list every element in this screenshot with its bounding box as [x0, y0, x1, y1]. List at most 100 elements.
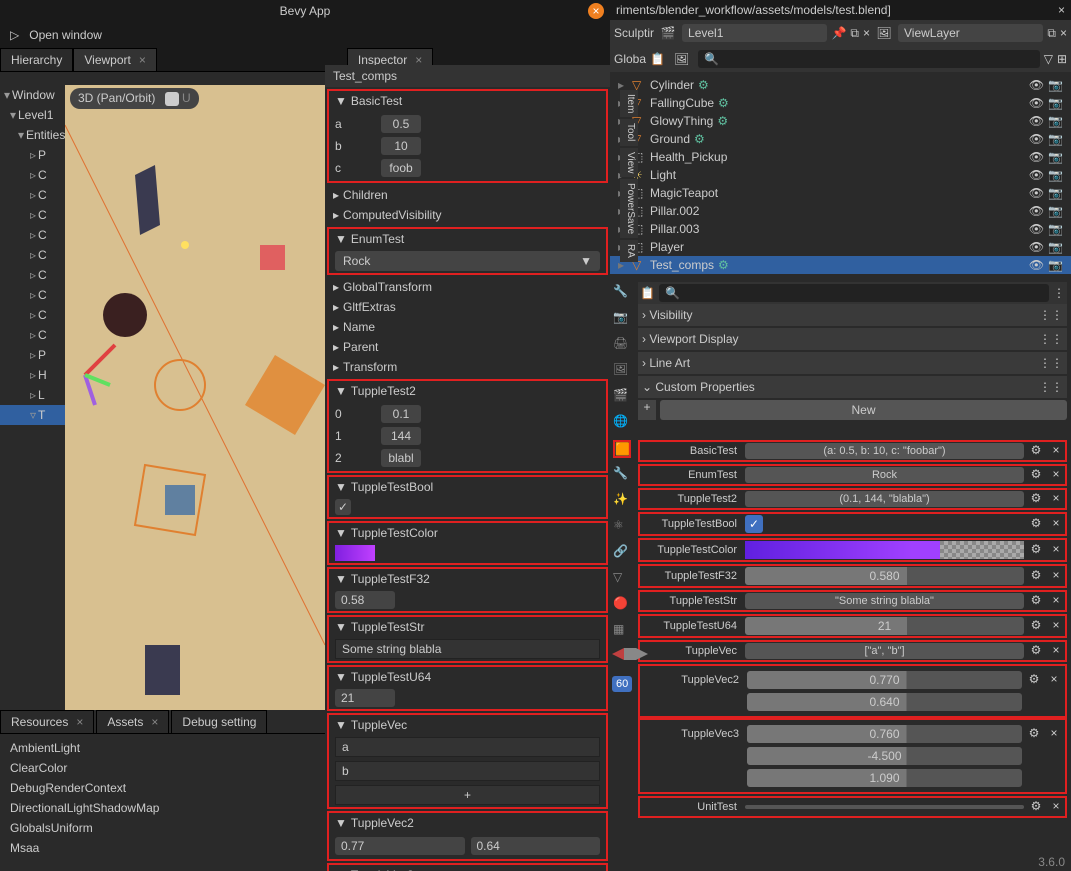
tool-tab-icon[interactable]: 🔧	[613, 284, 631, 302]
gear-icon[interactable]: ⚙	[1028, 593, 1044, 609]
f32-field[interactable]: 0.58	[335, 591, 395, 609]
close-icon[interactable]: ×	[1048, 643, 1064, 659]
hierarchy-item[interactable]: ▹P	[0, 145, 70, 165]
frame-number[interactable]: 60	[612, 676, 632, 692]
gear-icon[interactable]: ⚙	[1026, 672, 1042, 688]
field-2[interactable]: blabl	[381, 449, 421, 467]
camera-icon[interactable]: 📷	[1048, 150, 1063, 164]
color-field[interactable]	[745, 541, 1024, 559]
particle-tab-icon[interactable]: ✨	[613, 492, 631, 510]
component-header[interactable]: ▸GltfExtras	[325, 297, 610, 317]
close-icon[interactable]: ×	[1046, 726, 1062, 742]
panel-line-art[interactable]: › Line Art⋮⋮	[638, 352, 1067, 374]
gear-icon[interactable]: ⚙	[1028, 799, 1044, 815]
resource-item[interactable]: Msaa	[4, 838, 321, 858]
open-window-menu[interactable]: Open window	[29, 28, 102, 42]
hierarchy-item[interactable]: ▾Level1	[0, 105, 70, 125]
props-icon[interactable]: 📋	[640, 286, 655, 300]
eye-icon[interactable]: 👁	[1029, 222, 1044, 236]
close-icon[interactable]: ×	[1048, 593, 1064, 609]
output-tab-icon[interactable]: 🖨	[613, 336, 631, 354]
vec2-y[interactable]: 0.64	[471, 837, 601, 855]
component-header[interactable]: ▸Children	[325, 185, 610, 205]
hierarchy-item[interactable]: ▹C	[0, 165, 70, 185]
close-icon[interactable]: ×	[1048, 443, 1064, 459]
hierarchy-item[interactable]: ▿T	[0, 405, 70, 425]
gear-icon[interactable]: ⚙	[1028, 491, 1044, 507]
component-header[interactable]: ▼TuppleVec3	[329, 865, 606, 871]
hierarchy-item[interactable]: ▹C	[0, 225, 70, 245]
playback-arrows[interactable]	[612, 648, 648, 660]
resource-item[interactable]: AmbientLight	[4, 738, 321, 758]
panel-visibility[interactable]: › Visibility⋮⋮	[638, 304, 1067, 326]
eye-icon[interactable]: 👁	[1029, 114, 1044, 128]
gear-icon[interactable]: ⚙	[1028, 643, 1044, 659]
text-field[interactable]: "Some string blabla"	[745, 593, 1024, 609]
play-icon[interactable]: ▷	[10, 28, 19, 42]
hierarchy-item[interactable]: ▹C	[0, 205, 70, 225]
eye-icon[interactable]: 👁	[1029, 240, 1044, 254]
tab-resources[interactable]: Resources×	[0, 710, 94, 733]
eye-icon[interactable]: 👁	[1029, 150, 1044, 164]
outliner-item[interactable]: ▸⬚Player👁📷	[610, 238, 1071, 256]
vtab-tool[interactable]: Tool	[620, 119, 638, 145]
close-icon[interactable]: ×	[1048, 491, 1064, 507]
outliner-item[interactable]: ▸▽Ground⚙👁📷	[610, 130, 1071, 148]
vec-a[interactable]: a	[335, 737, 600, 757]
render-tab-icon[interactable]: 📷	[613, 310, 631, 328]
slider-field[interactable]: 21	[745, 617, 1024, 635]
close-icon[interactable]: ×	[1048, 799, 1064, 815]
close-icon[interactable]: ×	[588, 3, 604, 19]
text-field[interactable]: ["a", "b"]	[745, 643, 1024, 659]
gear-icon[interactable]: ⚙	[1026, 726, 1042, 742]
tab-viewport[interactable]: Viewport×	[73, 48, 157, 71]
hierarchy-item[interactable]: ▹P	[0, 345, 70, 365]
vec-field[interactable]: 0.640	[747, 693, 1022, 711]
outliner-item[interactable]: ▸⬚MagicTeapot👁📷	[610, 184, 1071, 202]
tab-assets[interactable]: Assets×	[96, 710, 169, 733]
outliner-item[interactable]: ▸☀Light👁📷	[610, 166, 1071, 184]
new-collection-icon[interactable]: ⊞	[1057, 52, 1067, 66]
object-tab-icon[interactable]: 🟧	[613, 440, 631, 458]
component-header[interactable]: ▸ComputedVisibility	[325, 205, 610, 225]
close-icon[interactable]: ×	[1058, 3, 1065, 17]
viewport-mode-pill[interactable]: 3D (Pan/Orbit) U	[70, 88, 199, 109]
enum-dropdown[interactable]: Rock▼	[335, 251, 600, 271]
hierarchy-item[interactable]: ▾Entities	[0, 125, 70, 145]
field-0[interactable]: 0.1	[381, 405, 421, 423]
hierarchy-item[interactable]: ▹C	[0, 305, 70, 325]
new-button[interactable]: New	[660, 400, 1067, 420]
gear-icon[interactable]: ⚙	[1028, 542, 1044, 558]
camera-icon[interactable]: 📷	[1048, 258, 1063, 272]
eye-icon[interactable]: 👁	[1029, 258, 1044, 272]
material-tab-icon[interactable]: 🔴	[613, 596, 631, 614]
viewport-checkbox[interactable]	[165, 92, 179, 106]
hierarchy-item[interactable]: ▹C	[0, 325, 70, 345]
viewlayer-name[interactable]: ViewLayer	[898, 24, 1043, 42]
text-field[interactable]	[745, 805, 1024, 809]
panel-custom-props[interactable]: ⌄ Custom Properties⋮⋮	[638, 376, 1067, 398]
camera-icon[interactable]: 📷	[1048, 114, 1063, 128]
add-prop-icon[interactable]: +	[638, 400, 656, 420]
text-field[interactable]: Rock	[745, 467, 1024, 483]
outliner-item[interactable]: ▸⬚Pillar.003👁📷	[610, 220, 1071, 238]
hierarchy-item[interactable]: ▹C	[0, 285, 70, 305]
vtab-item[interactable]: Item	[620, 90, 638, 117]
field-a[interactable]: 0.5	[381, 115, 421, 133]
copy-icon[interactable]: ⧉	[850, 26, 859, 41]
component-header[interactable]: ▼TuppleTestF32	[329, 569, 606, 589]
eye-icon[interactable]: 👁	[1029, 96, 1044, 110]
options-icon[interactable]: ⋮	[1053, 286, 1065, 300]
eye-icon[interactable]: 👁	[1029, 204, 1044, 218]
eye-icon[interactable]: 👁	[1029, 168, 1044, 182]
vec-field[interactable]: 0.760	[747, 725, 1022, 743]
gear-icon[interactable]: ⚙	[1028, 467, 1044, 483]
search-input[interactable]: 🔍	[698, 50, 1040, 68]
search-input[interactable]: 🔍	[659, 284, 1049, 302]
viewport-3d[interactable]	[65, 85, 325, 710]
resource-item[interactable]: GlobalsUniform	[4, 818, 321, 838]
gear-icon[interactable]: ⚙	[1028, 443, 1044, 459]
close-icon[interactable]: ×	[1048, 568, 1064, 584]
close-icon[interactable]: ×	[1046, 672, 1062, 688]
constraint-tab-icon[interactable]: 🔗	[613, 544, 631, 562]
